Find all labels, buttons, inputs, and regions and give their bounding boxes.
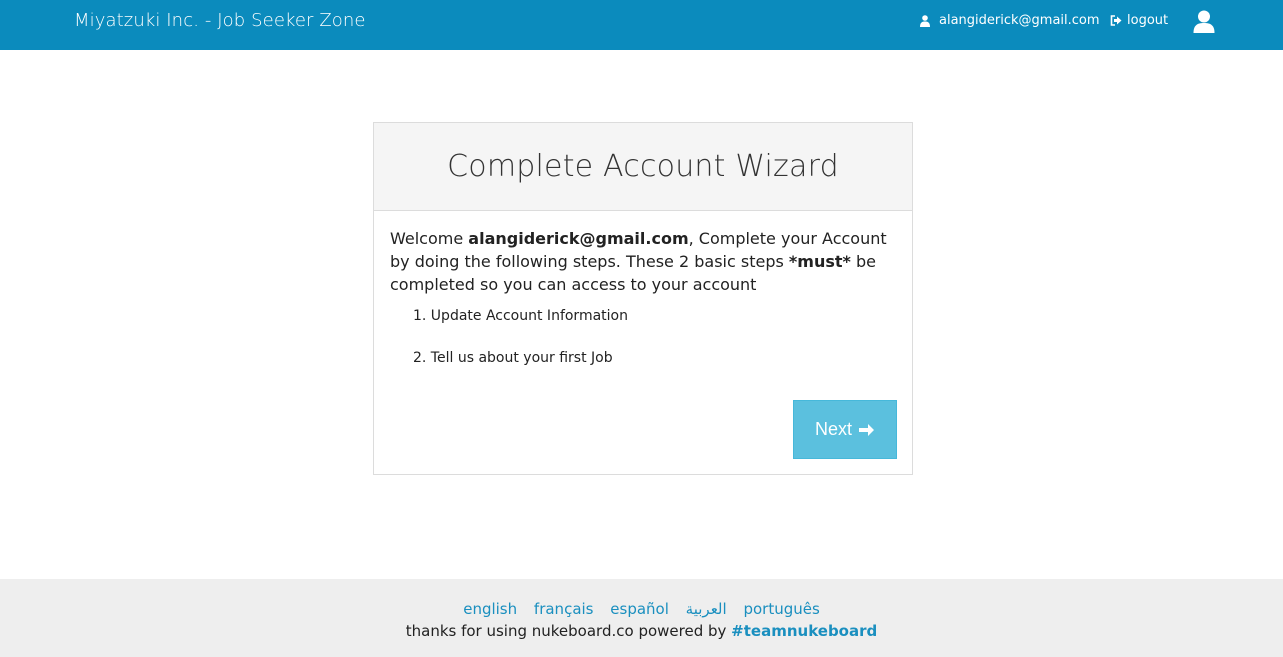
- logout-link[interactable]: logout: [1110, 13, 1168, 28]
- wizard-step: 1. Update Account Information: [413, 308, 628, 324]
- profile-avatar-icon[interactable]: [1193, 10, 1215, 34]
- wizard-intro-text: Welcome alangiderick@gmail.com, Complete…: [390, 227, 896, 296]
- user-icon: [920, 14, 930, 27]
- lang-spanish-link[interactable]: español: [610, 600, 669, 618]
- wizard-card-header: Complete Account Wizard: [374, 123, 912, 211]
- next-button[interactable]: Next: [793, 400, 897, 459]
- intro-welcome: Welcome: [390, 229, 469, 248]
- intro-must: *must*: [788, 252, 851, 271]
- lang-french-link[interactable]: français: [534, 600, 594, 618]
- lang-portuguese-link[interactable]: português: [743, 600, 819, 618]
- logout-icon: [1110, 15, 1122, 26]
- user-account-link[interactable]: alangiderick@gmail.com: [920, 13, 1100, 28]
- wizard-title: Complete Account Wizard: [447, 149, 839, 184]
- lang-english-link[interactable]: english: [463, 600, 517, 618]
- top-navbar: Miyatzuki Inc. - Job Seeker Zone alangid…: [0, 0, 1283, 50]
- credits-text: thanks for using nukeboard.co powered by: [405, 622, 732, 640]
- wizard-step: 2. Tell us about your first Job: [413, 350, 613, 366]
- footer-credits: thanks for using nukeboard.co powered by…: [0, 622, 1283, 640]
- teamnukeboard-link[interactable]: #teamnukeboard: [731, 622, 877, 640]
- user-email: alangiderick@gmail.com: [939, 13, 1100, 28]
- next-button-label: Next: [814, 419, 852, 439]
- arrow-right-icon: [858, 422, 875, 438]
- brand-link[interactable]: Miyatzuki Inc. - Job Seeker Zone: [74, 10, 366, 31]
- logout-label: logout: [1127, 13, 1169, 28]
- wizard-steps-list: 1. Update Account Information 2. Tell us…: [413, 307, 628, 391]
- intro-email: alangiderick@gmail.com: [468, 229, 689, 248]
- lang-arabic-link[interactable]: العربية: [686, 600, 727, 618]
- footer: english français español العربية portugu…: [0, 579, 1283, 657]
- wizard-card-body: Welcome alangiderick@gmail.com, Complete…: [374, 211, 912, 459]
- language-switcher: english français español العربية portugu…: [0, 600, 1283, 618]
- wizard-card: Complete Account Wizard Welcome alangide…: [373, 122, 913, 475]
